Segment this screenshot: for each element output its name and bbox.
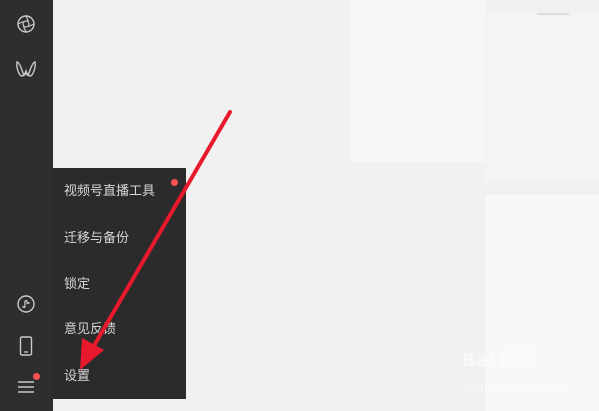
channels-icon[interactable]	[14, 57, 38, 81]
content-panel	[485, 14, 599, 182]
menu-item-channels-live-tool[interactable]: 视频号直播工具	[64, 181, 155, 203]
watermark-url: jingyan.baidu.com	[464, 380, 566, 393]
app-window: 视频号直播工具 迁移与备份 锁定 意见反馈 设置 Bai 经验 jingyan.…	[0, 0, 599, 411]
left-sidebar	[0, 0, 53, 411]
watermark: Bai 经验 jingyan.baidu.com	[462, 346, 592, 406]
menu-item-migrate-backup[interactable]: 迁移与备份	[64, 228, 129, 250]
menu-item-label: 迁移与备份	[64, 231, 130, 246]
divider	[537, 13, 569, 15]
more-menu-popup: 视频号直播工具 迁移与备份 锁定 意见反馈 设置	[53, 168, 186, 399]
menu-item-settings[interactable]: 设置	[64, 366, 90, 388]
menu-item-feedback[interactable]: 意见反馈	[64, 319, 116, 341]
phone-icon[interactable]	[14, 334, 38, 358]
notification-dot	[171, 179, 178, 186]
content-panel	[350, 0, 485, 162]
mini-program-icon[interactable]	[14, 292, 38, 316]
menu-item-label: 意见反馈	[64, 322, 117, 337]
watermark-brand: Bai 经验	[462, 350, 537, 371]
moments-icon[interactable]	[14, 12, 38, 36]
menu-item-label: 锁定	[64, 277, 91, 292]
menu-icon[interactable]	[14, 373, 40, 399]
menu-item-label: 视频号直播工具	[64, 184, 156, 199]
menu-item-lock[interactable]: 锁定	[64, 274, 90, 296]
menu-item-label: 设置	[64, 369, 91, 384]
notification-dot	[33, 373, 40, 380]
